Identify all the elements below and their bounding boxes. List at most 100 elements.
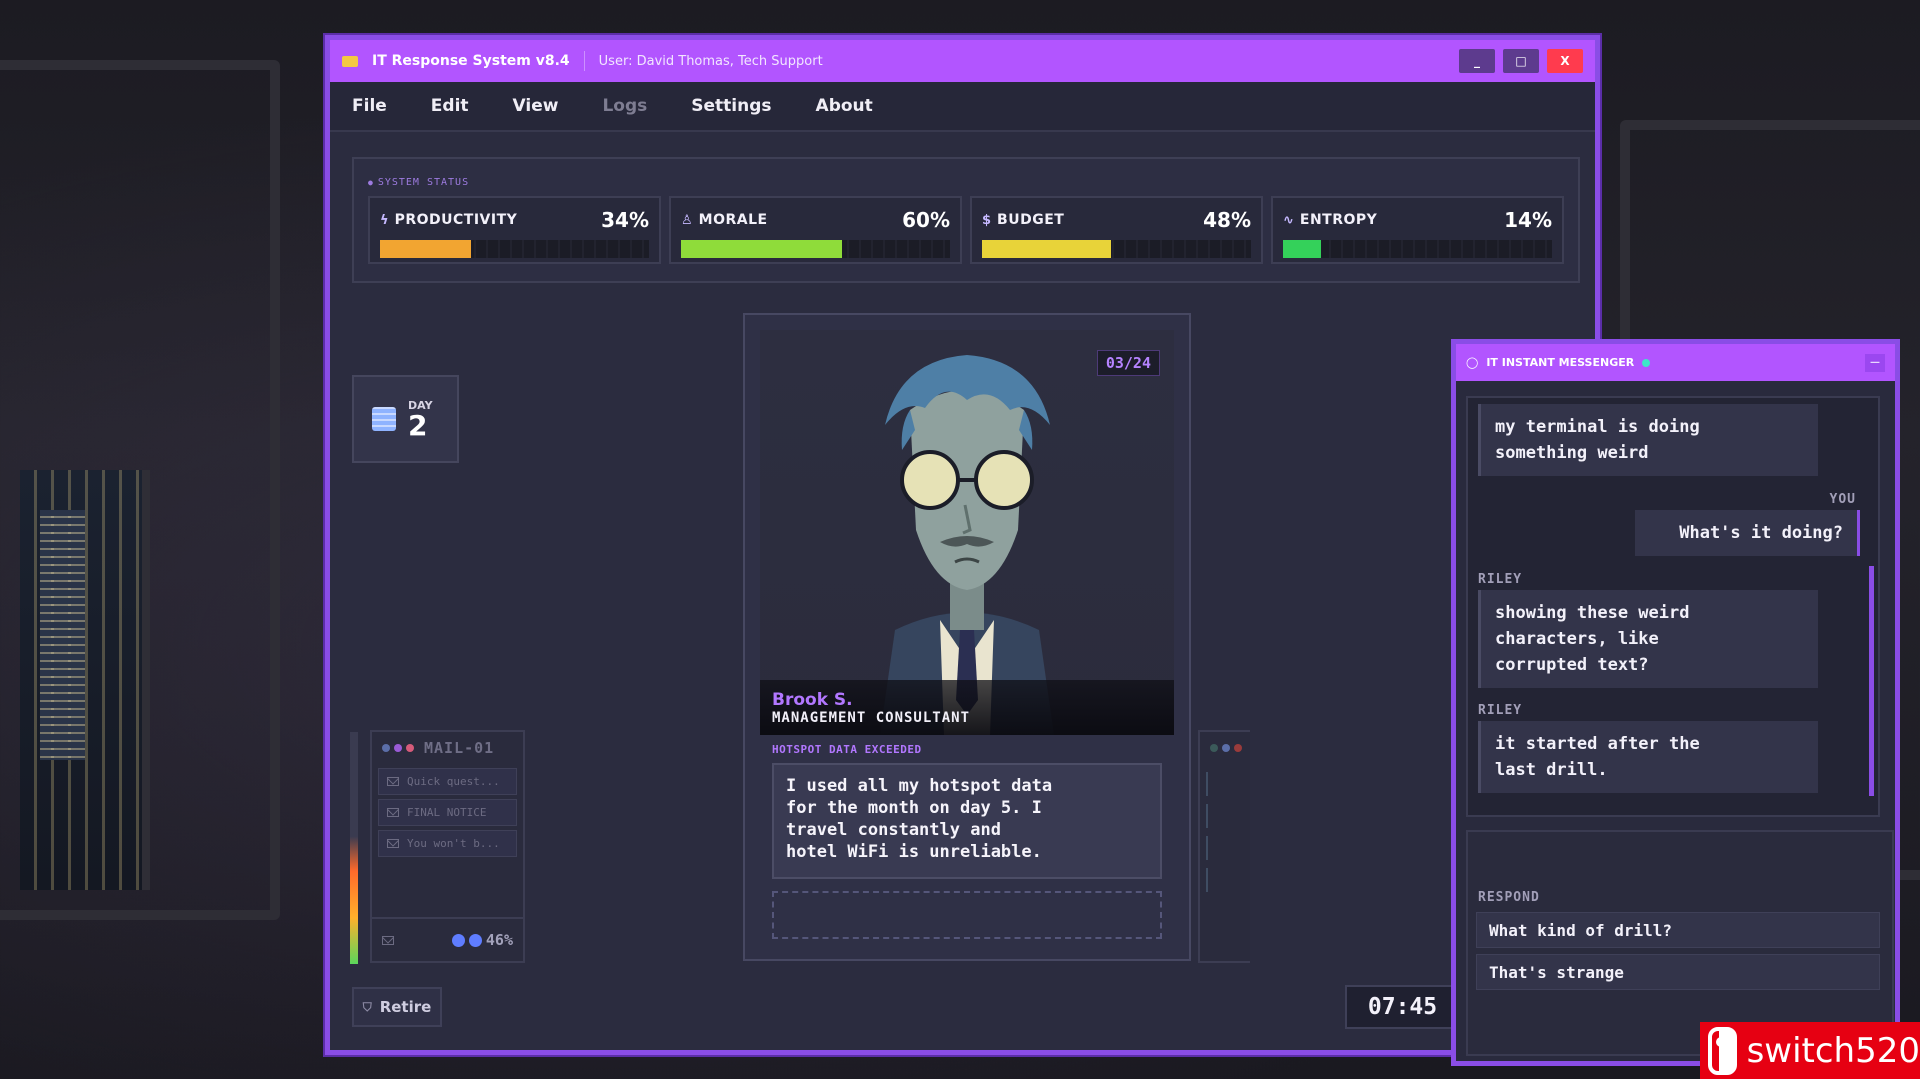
title-separator [583,51,585,71]
retire-button[interactable]: ⛉ Retire [352,987,442,1027]
reply-option-drill[interactable]: What kind of drill? [1476,912,1880,948]
title-bar[interactable]: IT Response System v8.4 User: David Thom… [330,40,1595,82]
side-widget-header [1200,732,1250,764]
stat-value: 14% [1504,208,1552,232]
stat-entropy: ∿ ENTROPY 14% [1271,196,1564,264]
person-icon: ♙ [681,212,693,228]
chat-bubble-icon: ◯ [1466,356,1479,369]
mail-percent: 46% [451,931,513,949]
shield-icon: ⛉ [362,999,372,1014]
ticket-counter: 03/24 [1096,350,1160,376]
ticket-card: 03/24 Brook S. MANAGEMENT CONSULTANT HOT… [743,313,1191,961]
maximize-button[interactable]: □ [1503,49,1539,73]
mail-item[interactable]: You won't b... [378,830,517,857]
reply-option-strange[interactable]: That's strange [1476,954,1880,990]
envelope-icon [382,935,394,945]
close-button[interactable]: X [1547,49,1583,73]
status-dot [394,744,402,752]
lightning-icon: ϟ [380,212,389,228]
status-dot [1234,744,1242,752]
stat-morale: ♙ MORALE 60% [669,196,962,264]
side-widget-row [1206,804,1244,828]
window-title: IT Response System v8.4 [372,53,570,69]
status-dot [382,744,390,752]
stat-label: MORALE [698,212,768,228]
system-status-panel: SYSTEM STATUS ϟ PRODUCTIVITY 34% ♙ MORAL… [352,157,1580,283]
status-dot [406,744,414,752]
side-widget-row [1206,868,1244,892]
stat-label: PRODUCTIVITY [394,212,518,228]
ticket-title: HOTSPOT DATA EXCEEDED [772,743,922,756]
stat-bar [681,240,950,258]
stat-label: BUDGET [997,212,1065,228]
stat-bar [1283,240,1552,258]
menu-edit[interactable]: Edit [431,96,469,116]
minimize-button[interactable]: _ [1459,49,1495,73]
chat-scrollbar[interactable] [1869,406,1874,807]
mail-item[interactable]: FINAL NOTICE [378,799,517,826]
clock: 07:45 [1345,985,1460,1029]
mail-header: MAIL-01 [372,732,523,764]
app-icon [342,55,358,67]
mail-footer: 46% [372,917,523,961]
stat-label: ENTROPY [1299,212,1378,228]
switch-logo-icon [1708,1026,1737,1075]
mail-title: MAIL-01 [424,739,495,757]
menu-file[interactable]: File [352,96,387,116]
side-widget [1198,730,1250,963]
mail-subject: You won't b... [407,837,500,850]
chat-message: What's it doing? [1635,510,1860,556]
stat-bar-fill [1283,240,1321,258]
name-plate: Brook S. MANAGEMENT CONSULTANT [760,680,1174,735]
mail-item[interactable]: Quick quest... [378,768,517,795]
user-label: User: David Thomas, Tech Support [598,53,823,69]
mail-subject: Quick quest... [407,775,500,788]
status-dot [1210,744,1218,752]
mail-percent-value: 46% [485,931,513,949]
indicator-dot [451,933,465,947]
watermark-logo: switch520 [1700,1022,1920,1079]
character-name: Brook S. [772,690,853,710]
ticket-description: I used all my hotspot data for the month… [772,763,1162,879]
day-card: DAY 2 [352,375,459,463]
menu-view[interactable]: View [513,96,559,116]
character-role: MANAGEMENT CONSULTANT [772,710,971,726]
mail-subject: FINAL NOTICE [407,806,487,819]
messenger-minimize-button[interactable]: — [1865,353,1885,372]
menu-settings[interactable]: Settings [691,96,771,116]
stat-bar-fill [380,240,472,258]
window-controls: _ □ X [1459,49,1583,73]
ticket-drop-zone[interactable] [772,891,1162,939]
respond-label: RESPOND [1478,890,1540,905]
stat-value: 34% [601,208,649,232]
dollar-icon: $ [982,212,992,228]
status-dot [1222,744,1230,752]
messenger-window: ◯ IT INSTANT MESSENGER — my terminal is … [1451,339,1900,1066]
envelope-icon [387,808,399,817]
background-tower [40,510,85,760]
mail-widget: MAIL-01 Quick quest... FINAL NOTICE You … [370,730,525,963]
stat-bar [982,240,1251,258]
chat-log: my terminal is doing something weird YOU… [1466,396,1880,817]
envelope-icon [387,839,399,848]
chat-message: my terminal is doing something weird [1478,404,1818,476]
chat-scrollbar-thumb[interactable] [1869,566,1874,796]
menu-logs[interactable]: Logs [602,96,647,116]
stat-value: 48% [1203,208,1251,232]
envelope-icon [387,777,399,786]
chat-message: showing these weird characters, like cor… [1478,590,1818,688]
system-status-title: SYSTEM STATUS [368,177,1564,188]
pulse-icon: ∿ [1283,212,1294,228]
chat-sender: YOU [1829,492,1856,507]
stat-value: 60% [902,208,950,232]
stat-row: ϟ PRODUCTIVITY 34% ♙ MORALE 60% $ BUDGET [368,196,1564,264]
retire-label: Retire [379,998,432,1016]
chat-sender: RILEY [1478,572,1523,587]
level-meter [350,732,358,964]
menu-bar: File Edit View Logs Settings About [330,82,1595,132]
messenger-title-bar[interactable]: ◯ IT INSTANT MESSENGER — [1456,344,1895,381]
main-window: IT Response System v8.4 User: David Thom… [325,35,1600,1055]
calendar-icon [372,407,396,431]
menu-about[interactable]: About [816,96,873,116]
stat-bar [380,240,649,258]
